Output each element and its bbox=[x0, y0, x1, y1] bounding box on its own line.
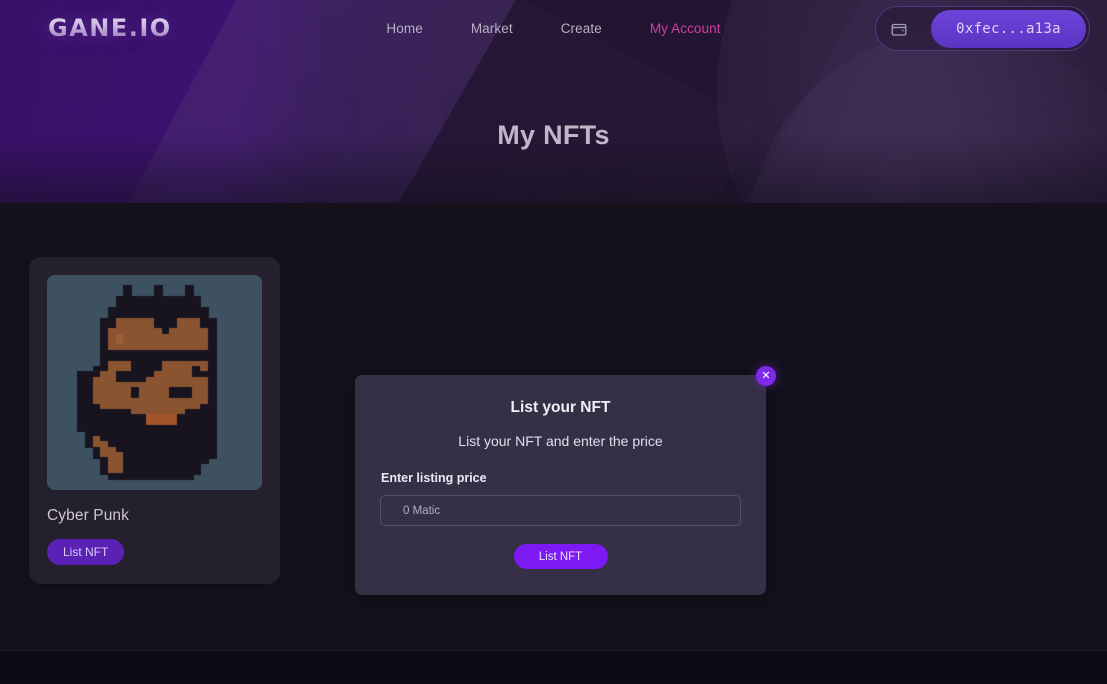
close-icon[interactable]: ✕ bbox=[756, 366, 776, 386]
modal-title: List your NFT bbox=[510, 399, 611, 416]
list-nft-modal: ✕ List your NFT List your NFT and enter … bbox=[355, 366, 776, 595]
wallet-container: 0xfec...a13a bbox=[875, 6, 1090, 51]
listing-price-input[interactable] bbox=[380, 495, 741, 526]
wallet-icon bbox=[890, 20, 908, 38]
app-root: My NFTs GANE.IO Home Market Create My Ac… bbox=[0, 0, 1107, 684]
modal-subtitle: List your NFT and enter the price bbox=[458, 433, 663, 449]
top-navigation: GANE.IO Home Market Create My Account 0x… bbox=[0, 0, 1107, 56]
nav-link-home[interactable]: Home bbox=[386, 21, 422, 36]
nft-card[interactable]: Cyber Punk List NFT bbox=[29, 257, 280, 584]
page-title: My NFTs bbox=[497, 120, 610, 150]
nav-link-create[interactable]: Create bbox=[561, 21, 602, 36]
nav-link-my-account[interactable]: My Account bbox=[650, 21, 721, 36]
wallet-address-button[interactable]: 0xfec...a13a bbox=[931, 10, 1086, 48]
listing-price-label: Enter listing price bbox=[381, 471, 487, 485]
nav-link-market[interactable]: Market bbox=[471, 21, 513, 36]
footer bbox=[0, 650, 1107, 684]
modal-list-nft-button[interactable]: List NFT bbox=[513, 544, 608, 569]
nft-image bbox=[47, 275, 262, 490]
nft-title: Cyber Punk bbox=[47, 507, 129, 524]
pixel-art-avatar bbox=[47, 275, 262, 490]
card-list-nft-button[interactable]: List NFT bbox=[47, 539, 125, 565]
